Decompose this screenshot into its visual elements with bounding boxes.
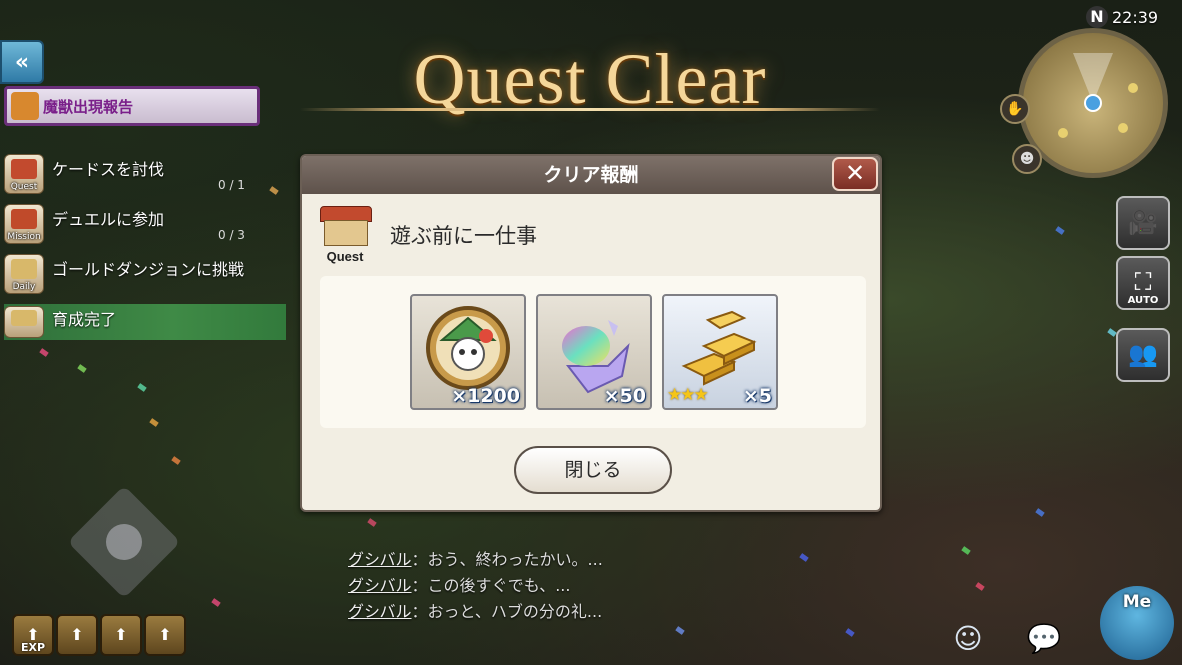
reward-quantity: ×1200: [451, 385, 520, 407]
reward-quantity: ×50: [603, 385, 646, 407]
confetti: [39, 348, 49, 357]
camera-icon: 🎥: [1128, 208, 1158, 236]
close-button[interactable]: 閉じる: [514, 446, 672, 494]
training-icon: [4, 306, 44, 338]
menu-button[interactable]: Me: [1100, 586, 1174, 660]
chat-line: グシバル：おう、終わったかい。...: [348, 546, 603, 570]
mission-sword-icon: Mission: [4, 204, 44, 244]
chat-button[interactable]: 💬: [1020, 618, 1068, 660]
mission-label: デュエルに参加: [52, 210, 165, 229]
chat-bubble-icon: 💬: [1026, 622, 1062, 655]
confetti: [1055, 226, 1065, 235]
reward-item[interactable]: ×50: [536, 294, 652, 410]
quest-shop-icon: Quest: [4, 154, 44, 194]
confetti: [77, 364, 87, 373]
back-button[interactable]: «: [0, 40, 44, 84]
quest-icon: Quest: [316, 206, 374, 264]
exp-boost-button[interactable]: ⬆ EXP: [12, 614, 54, 656]
confetti: [961, 546, 971, 555]
party-button[interactable]: 👥: [1116, 328, 1170, 382]
chat-text: ：この後すぐでも、...: [411, 576, 571, 595]
mission-progress: 0 / 1: [218, 178, 245, 192]
mission-label: 育成完了: [52, 310, 117, 329]
event-banner[interactable]: 魔獣出現報告: [4, 86, 260, 126]
virtual-joystick[interactable]: [67, 485, 181, 599]
confetti: [367, 518, 377, 527]
fox-mask-icon: [11, 92, 39, 120]
hand-icon[interactable]: ✋: [1000, 94, 1030, 124]
menu-label: Me: [1122, 592, 1152, 612]
chat-speaker[interactable]: グシバル: [348, 550, 412, 569]
event-banner-label: 魔獣出現報告: [43, 97, 134, 116]
close-icon-button[interactable]: ✕: [832, 157, 878, 191]
mission-label: ゴールドダンジョンに挑戦: [52, 260, 245, 279]
confetti: [975, 582, 985, 591]
character-face-icon[interactable]: ☻: [1012, 144, 1042, 174]
title-divider: [300, 108, 880, 111]
chat-text: ：おっと、ハブの分の礼...: [411, 602, 603, 621]
confetti: [211, 598, 221, 607]
reward-dialog: クリア報酬 ✕ Quest 遊ぶ前に一仕事 ×1200 ×50 ★★★ ×5 閉…: [300, 154, 882, 512]
camera-button[interactable]: 🎥: [1116, 196, 1170, 250]
confetti: [149, 418, 159, 427]
clock: 22:39: [1112, 8, 1159, 27]
party-icon: 👥: [1128, 340, 1158, 368]
mission-item-training[interactable]: 育成完了: [4, 304, 286, 340]
quest-name: 遊ぶ前に一仕事: [390, 224, 537, 248]
dialog-header: クリア報酬: [302, 156, 880, 194]
capacity-boost-button[interactable]: ⬆: [144, 614, 186, 656]
quest-icon-label: Quest: [326, 249, 364, 264]
drop-boost-button[interactable]: ⬆: [100, 614, 142, 656]
coin-boost-button[interactable]: ⬆: [56, 614, 98, 656]
joystick-knob[interactable]: [98, 516, 150, 568]
reward-quantity: ×5: [742, 385, 772, 407]
reward-panel: ×1200 ×50 ★★★ ×5: [320, 276, 866, 428]
auto-label: AUTO: [1127, 295, 1159, 306]
chat-text: ：おう、終わったかい。...: [411, 550, 603, 569]
mission-progress: 0 / 3: [218, 228, 245, 242]
map-area-icon: [1058, 53, 1138, 138]
mission-item-mission[interactable]: Mission デュエルに参加 0 / 3: [4, 202, 286, 248]
chat-speaker[interactable]: グシバル: [348, 576, 412, 595]
exp-label: EXP: [20, 641, 46, 654]
confetti: [171, 456, 181, 465]
mission-item-quest[interactable]: Quest ケードスを討伐 0 / 1: [4, 152, 286, 198]
emote-face-icon: ☺: [953, 622, 983, 655]
chat-line: グシバル：おっと、ハブの分の礼...: [348, 598, 602, 622]
chat-speaker[interactable]: グシバル: [348, 602, 412, 621]
daily-scroll-icon: Daily: [4, 254, 44, 294]
auto-button[interactable]: ⛶ AUTO: [1116, 256, 1170, 310]
confetti: [137, 383, 147, 392]
north-compass-icon: N: [1086, 6, 1108, 28]
reward-item[interactable]: ★★★ ×5: [662, 294, 778, 410]
bag-boost-icon: ⬆: [158, 625, 172, 644]
mission-item-daily[interactable]: Daily ゴールドダンジョンに挑戦: [4, 252, 286, 298]
auto-icon: ⛶: [1134, 268, 1152, 296]
reward-item[interactable]: ×1200: [410, 294, 526, 410]
emote-button[interactable]: ☺: [944, 618, 992, 660]
chat-line: グシバル：この後すぐでも、...: [348, 572, 570, 596]
boot-boost-icon: ⬆: [114, 625, 128, 644]
confetti: [799, 553, 809, 562]
confetti: [845, 628, 855, 637]
confetti: [1035, 508, 1045, 517]
mission-label: ケードスを討伐: [52, 160, 165, 179]
rarity-stars: ★★★: [667, 385, 709, 405]
coin-boost-icon: ⬆: [70, 625, 84, 644]
confetti: [675, 626, 685, 635]
